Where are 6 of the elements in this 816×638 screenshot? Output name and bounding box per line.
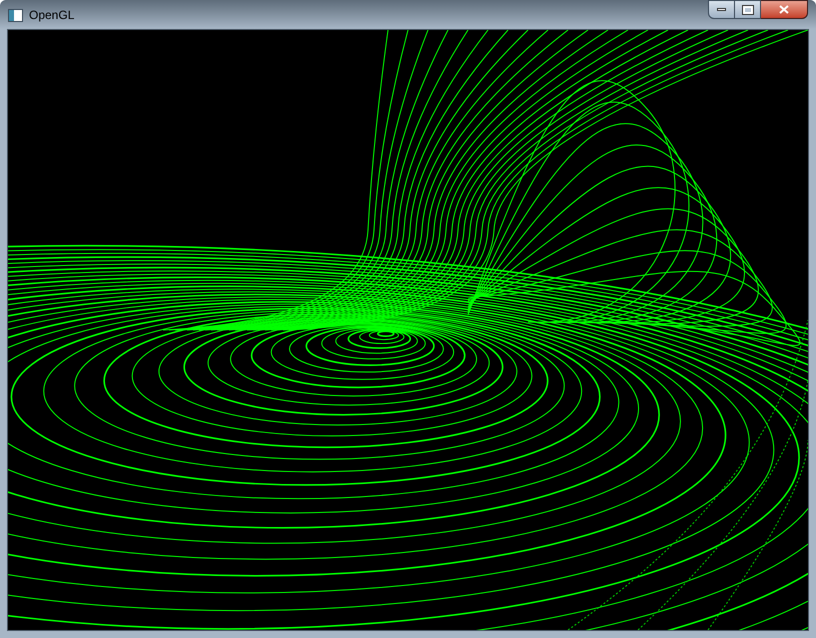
maximize-button[interactable] [735, 0, 761, 19]
window-title: OpenGL [29, 7, 74, 24]
close-button[interactable] [761, 0, 808, 19]
window-icon [8, 8, 23, 22]
close-icon [779, 5, 789, 14]
minimize-button[interactable] [708, 0, 735, 19]
